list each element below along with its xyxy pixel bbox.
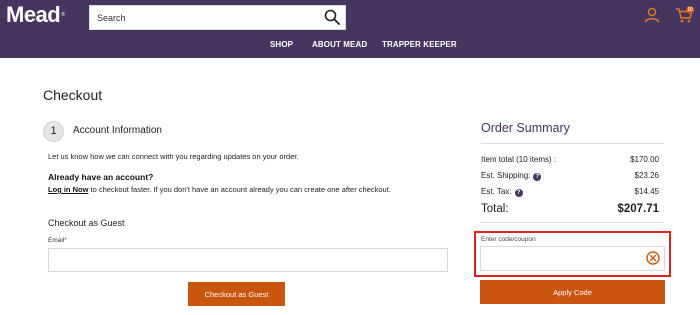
step-number: 1	[43, 121, 64, 142]
site-header: Mead® 10 SHOP ABOUT MEAD TRAPPER KEEPER	[0, 0, 700, 58]
item-total-value: $170.00	[630, 155, 659, 164]
item-total-label: Item total (10 items) :	[481, 155, 557, 164]
divider	[481, 143, 664, 144]
main-nav: SHOP ABOUT MEAD TRAPPER KEEPER	[0, 40, 700, 52]
apply-code-button[interactable]: Apply Code	[480, 280, 665, 304]
email-field[interactable]	[48, 248, 448, 272]
coupon-input[interactable]	[480, 246, 665, 271]
tax-label: Est. Tax:	[481, 187, 512, 196]
checkout-as-guest-button[interactable]: Checkout as Guest	[188, 282, 285, 306]
total-value: $207.71	[617, 203, 659, 215]
shipping-label: Est. Shipping:	[481, 171, 531, 180]
user-icon[interactable]	[644, 7, 660, 23]
page-title: Checkout	[43, 87, 103, 103]
nav-about-mead[interactable]: ABOUT MEAD	[312, 40, 367, 49]
login-link[interactable]: Log in Now	[48, 185, 88, 194]
info-text: Let us know how we can connect with you …	[48, 152, 299, 161]
search-input[interactable]	[90, 6, 315, 29]
shipping-value: $23.26	[634, 171, 659, 180]
nav-trapper-keeper[interactable]: TRAPPER KEEPER	[382, 40, 457, 49]
mead-logo[interactable]: Mead®	[6, 4, 65, 26]
coupon-label: Enter code/coupon	[481, 236, 536, 243]
tax-value: $14.45	[634, 187, 659, 196]
divider	[481, 222, 664, 223]
total-label: Total:	[481, 203, 509, 215]
search-icon[interactable]	[324, 9, 340, 25]
login-text: to checkout faster. If you don't have an…	[88, 185, 391, 194]
account-question: Already have an account?	[48, 172, 154, 182]
login-line: Log in Now to checkout faster. If you do…	[48, 185, 391, 194]
order-summary-title: Order Summary	[481, 121, 570, 135]
nav-shop[interactable]: SHOP	[270, 40, 293, 49]
cart-count-badge: 10	[686, 6, 694, 14]
email-label: Email*	[48, 237, 67, 244]
step-title: Account Information	[73, 125, 162, 136]
search-bar	[89, 5, 346, 30]
help-icon[interactable]: ?	[533, 173, 542, 181]
help-icon[interactable]: ?	[514, 189, 523, 197]
clear-icon[interactable]	[646, 251, 660, 265]
guest-heading: Checkout as Guest	[48, 218, 125, 228]
